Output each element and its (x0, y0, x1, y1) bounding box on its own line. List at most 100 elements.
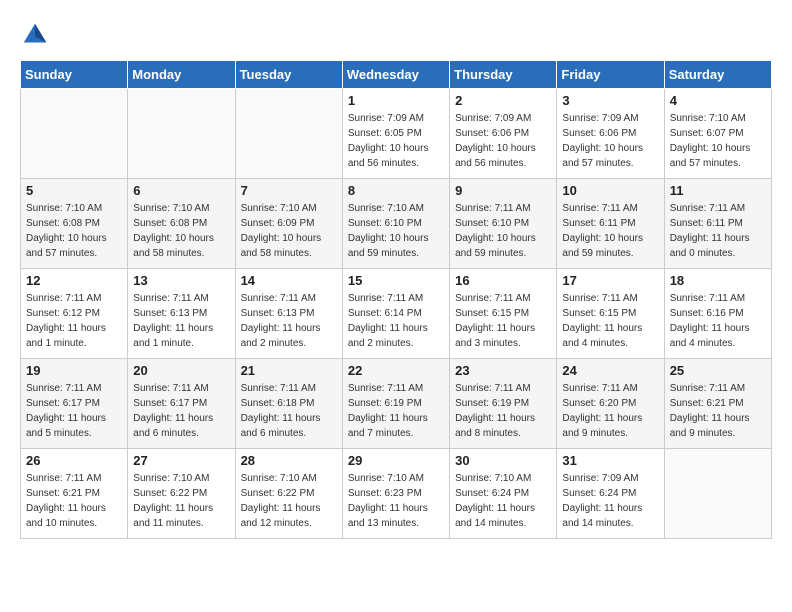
calendar-cell: 21 Sunrise: 7:11 AMSunset: 6:18 PMDayligh… (235, 359, 342, 449)
day-number: 2 (455, 93, 551, 108)
day-number: 15 (348, 273, 444, 288)
day-header-monday: Monday (128, 61, 235, 89)
calendar-cell: 5 Sunrise: 7:10 AMSunset: 6:08 PMDaylight… (21, 179, 128, 269)
day-number: 6 (133, 183, 229, 198)
week-row-4: 19 Sunrise: 7:11 AMSunset: 6:17 PMDayligh… (21, 359, 772, 449)
day-header-friday: Friday (557, 61, 664, 89)
day-number: 30 (455, 453, 551, 468)
day-info: Sunrise: 7:11 AMSunset: 6:15 PMDaylight:… (562, 291, 658, 351)
day-number: 16 (455, 273, 551, 288)
calendar-cell: 25 Sunrise: 7:11 AMSunset: 6:21 PMDayligh… (664, 359, 771, 449)
calendar-table: SundayMondayTuesdayWednesdayThursdayFrid… (20, 60, 772, 539)
day-header-sunday: Sunday (21, 61, 128, 89)
day-number: 13 (133, 273, 229, 288)
day-number: 31 (562, 453, 658, 468)
calendar-cell: 1 Sunrise: 7:09 AMSunset: 6:05 PMDaylight… (342, 89, 449, 179)
day-info: Sunrise: 7:11 AMSunset: 6:12 PMDaylight:… (26, 291, 122, 351)
day-info: Sunrise: 7:10 AMSunset: 6:24 PMDaylight:… (455, 471, 551, 531)
day-number: 17 (562, 273, 658, 288)
logo-icon (20, 20, 50, 50)
calendar-cell: 6 Sunrise: 7:10 AMSunset: 6:08 PMDaylight… (128, 179, 235, 269)
day-info: Sunrise: 7:11 AMSunset: 6:10 PMDaylight:… (455, 201, 551, 261)
day-number: 20 (133, 363, 229, 378)
calendar-cell: 8 Sunrise: 7:10 AMSunset: 6:10 PMDaylight… (342, 179, 449, 269)
day-info: Sunrise: 7:10 AMSunset: 6:23 PMDaylight:… (348, 471, 444, 531)
day-number: 14 (241, 273, 337, 288)
calendar-cell: 17 Sunrise: 7:11 AMSunset: 6:15 PMDayligh… (557, 269, 664, 359)
day-number: 11 (670, 183, 766, 198)
day-number: 26 (26, 453, 122, 468)
day-number: 9 (455, 183, 551, 198)
calendar-cell: 29 Sunrise: 7:10 AMSunset: 6:23 PMDayligh… (342, 449, 449, 539)
day-info: Sunrise: 7:11 AMSunset: 6:17 PMDaylight:… (26, 381, 122, 441)
day-info: Sunrise: 7:11 AMSunset: 6:20 PMDaylight:… (562, 381, 658, 441)
day-info: Sunrise: 7:10 AMSunset: 6:10 PMDaylight:… (348, 201, 444, 261)
day-info: Sunrise: 7:11 AMSunset: 6:18 PMDaylight:… (241, 381, 337, 441)
day-info: Sunrise: 7:10 AMSunset: 6:22 PMDaylight:… (241, 471, 337, 531)
calendar-cell: 28 Sunrise: 7:10 AMSunset: 6:22 PMDayligh… (235, 449, 342, 539)
day-info: Sunrise: 7:10 AMSunset: 6:08 PMDaylight:… (26, 201, 122, 261)
calendar-cell (21, 89, 128, 179)
calendar-cell: 16Sunrise: 7:11 AMSunset: 6:15 PMDayligh… (450, 269, 557, 359)
day-number: 23 (455, 363, 551, 378)
day-info: Sunrise: 7:11 AMSunset: 6:13 PMDaylight:… (241, 291, 337, 351)
day-number: 18 (670, 273, 766, 288)
day-number: 4 (670, 93, 766, 108)
calendar-cell (235, 89, 342, 179)
day-number: 19 (26, 363, 122, 378)
day-info: Sunrise: 7:11 AMSunset: 6:21 PMDaylight:… (26, 471, 122, 531)
day-number: 25 (670, 363, 766, 378)
day-header-wednesday: Wednesday (342, 61, 449, 89)
day-number: 3 (562, 93, 658, 108)
day-number: 8 (348, 183, 444, 198)
calendar-cell: 18 Sunrise: 7:11 AMSunset: 6:16 PMDayligh… (664, 269, 771, 359)
day-info: Sunrise: 7:11 AMSunset: 6:11 PMDaylight:… (562, 201, 658, 261)
day-number: 12 (26, 273, 122, 288)
day-header-tuesday: Tuesday (235, 61, 342, 89)
calendar-cell: 26 Sunrise: 7:11 AMSunset: 6:21 PMDayligh… (21, 449, 128, 539)
page-header (20, 20, 772, 50)
day-number: 5 (26, 183, 122, 198)
calendar-cell: 7 Sunrise: 7:10 AMSunset: 6:09 PMDaylight… (235, 179, 342, 269)
day-info: Sunrise: 7:10 AMSunset: 6:22 PMDaylight:… (133, 471, 229, 531)
day-number: 7 (241, 183, 337, 198)
calendar-cell: 4 Sunrise: 7:10 AMSunset: 6:07 PMDaylight… (664, 89, 771, 179)
day-info: Sunrise: 7:10 AMSunset: 6:07 PMDaylight:… (670, 111, 766, 171)
calendar-cell (128, 89, 235, 179)
day-info: Sunrise: 7:11 AMSunset: 6:17 PMDaylight:… (133, 381, 229, 441)
calendar-cell: 24 Sunrise: 7:11 AMSunset: 6:20 PMDayligh… (557, 359, 664, 449)
day-number: 1 (348, 93, 444, 108)
week-row-5: 26 Sunrise: 7:11 AMSunset: 6:21 PMDayligh… (21, 449, 772, 539)
day-header-thursday: Thursday (450, 61, 557, 89)
week-row-2: 5 Sunrise: 7:10 AMSunset: 6:08 PMDaylight… (21, 179, 772, 269)
day-info: Sunrise: 7:09 AMSunset: 6:24 PMDaylight:… (562, 471, 658, 531)
day-number: 28 (241, 453, 337, 468)
day-number: 10 (562, 183, 658, 198)
day-number: 29 (348, 453, 444, 468)
calendar-cell: 23 Sunrise: 7:11 AMSunset: 6:19 PMDayligh… (450, 359, 557, 449)
day-info: Sunrise: 7:11 AMSunset: 6:19 PMDaylight:… (455, 381, 551, 441)
day-info: Sunrise: 7:09 AMSunset: 6:05 PMDaylight:… (348, 111, 444, 171)
calendar-cell: 3 Sunrise: 7:09 AMSunset: 6:06 PMDaylight… (557, 89, 664, 179)
calendar-cell: 9 Sunrise: 7:11 AMSunset: 6:10 PMDaylight… (450, 179, 557, 269)
week-row-3: 12 Sunrise: 7:11 AMSunset: 6:12 PMDayligh… (21, 269, 772, 359)
day-info: Sunrise: 7:11 AMSunset: 6:13 PMDaylight:… (133, 291, 229, 351)
day-number: 21 (241, 363, 337, 378)
day-info: Sunrise: 7:11 AMSunset: 6:21 PMDaylight:… (670, 381, 766, 441)
day-number: 24 (562, 363, 658, 378)
calendar-cell: 13 Sunrise: 7:11 AMSunset: 6:13 PMDayligh… (128, 269, 235, 359)
calendar-cell: 14 Sunrise: 7:11 AMSunset: 6:13 PMDayligh… (235, 269, 342, 359)
week-row-1: 1 Sunrise: 7:09 AMSunset: 6:05 PMDaylight… (21, 89, 772, 179)
calendar-cell: 2 Sunrise: 7:09 AMSunset: 6:06 PMDaylight… (450, 89, 557, 179)
day-info: Sunrise: 7:11 AMSunset: 6:16 PMDaylight:… (670, 291, 766, 351)
day-info: Sunrise: 7:09 AMSunset: 6:06 PMDaylight:… (455, 111, 551, 171)
day-info: Sunrise: 7:10 AMSunset: 6:09 PMDaylight:… (241, 201, 337, 261)
calendar-cell: 11Sunrise: 7:11 AMSunset: 6:11 PMDayligh… (664, 179, 771, 269)
day-header-saturday: Saturday (664, 61, 771, 89)
day-info: Sunrise: 7:09 AMSunset: 6:06 PMDaylight:… (562, 111, 658, 171)
logo (20, 20, 54, 50)
calendar-cell: 30 Sunrise: 7:10 AMSunset: 6:24 PMDayligh… (450, 449, 557, 539)
day-info: Sunrise: 7:10 AMSunset: 6:08 PMDaylight:… (133, 201, 229, 261)
calendar-cell: 15Sunrise: 7:11 AMSunset: 6:14 PMDayligh… (342, 269, 449, 359)
calendar-cell (664, 449, 771, 539)
